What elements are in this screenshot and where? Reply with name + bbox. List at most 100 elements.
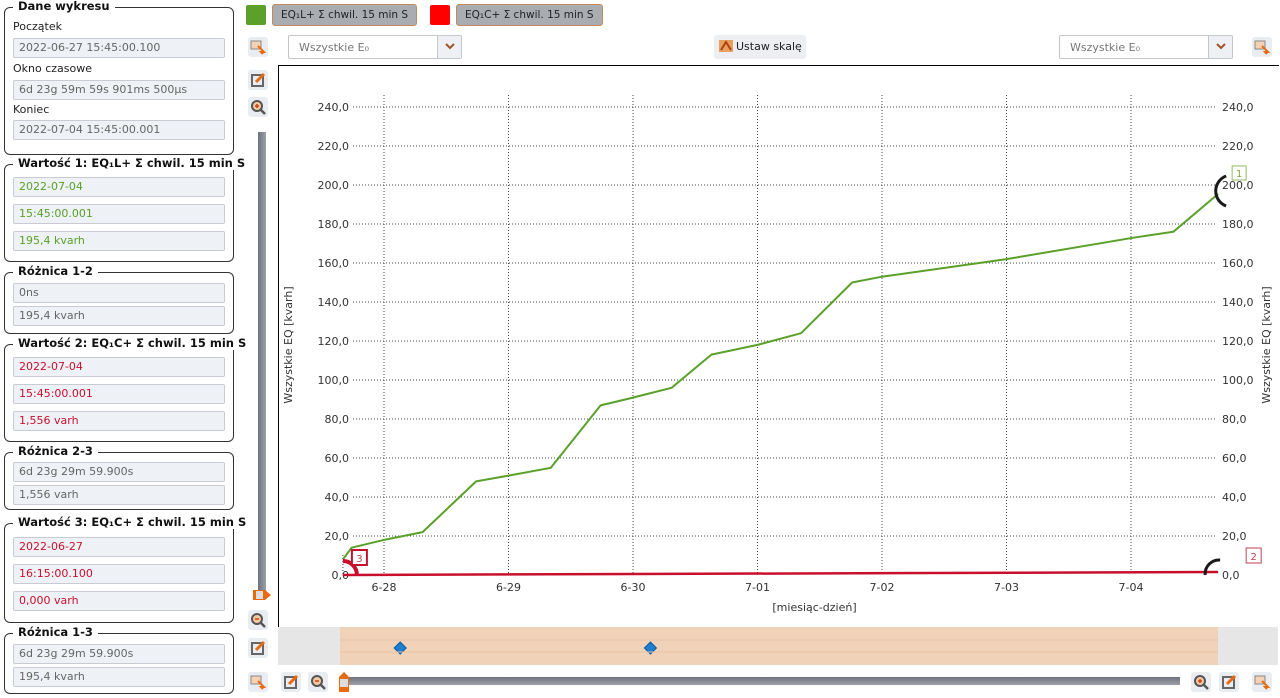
y-tick-label-right: 160,0 bbox=[1222, 257, 1254, 270]
y-tick-label-left: 160,0 bbox=[318, 257, 350, 270]
diff23-value[interactable]: 1,556 varh bbox=[13, 485, 225, 505]
series-eq1c-line bbox=[342, 570, 1219, 577]
y-axis-label-right: Wszystkie EQ [kvarh] bbox=[1260, 286, 1273, 403]
start-field[interactable]: 2022-06-27 15:45:00.100 bbox=[13, 38, 225, 58]
y-tick-label-right: 80,0 bbox=[1222, 413, 1247, 426]
series2-color-swatch[interactable] bbox=[430, 5, 450, 25]
zoom-in-icon[interactable] bbox=[248, 97, 268, 117]
value2-date[interactable]: 2022-07-04 bbox=[13, 357, 225, 377]
value3-time[interactable]: 16:15:00.100 bbox=[13, 564, 225, 584]
series2-legend-label[interactable]: EQ₁C+ Σ chwil. 15 min S bbox=[456, 4, 603, 26]
vertical-zoom-scrollbar[interactable] bbox=[258, 132, 266, 592]
value1-date[interactable]: 2022-07-04 bbox=[13, 177, 225, 197]
group-title: Różnica 2-3 bbox=[13, 444, 98, 458]
y-tick-label-right: 140,0 bbox=[1222, 296, 1254, 309]
window-label: Okno czasowe bbox=[13, 62, 93, 75]
group-title: Różnica 1-3 bbox=[13, 625, 98, 639]
y-tick-label-left: 80,0 bbox=[325, 413, 350, 426]
x-tick-label: 6-29 bbox=[496, 581, 521, 594]
end-label: Koniec bbox=[13, 103, 50, 116]
diff23-time[interactable]: 6d 23g 29m 59.900s bbox=[13, 462, 225, 482]
diff12-group: Różnica 1-2 0ns 195,4 kvarh bbox=[4, 264, 234, 334]
cursor-data-panel: Dane wykresu Początek 2022-06-27 15:45:0… bbox=[0, 0, 252, 698]
y-tick-label-left: 180,0 bbox=[318, 218, 350, 231]
y-tick-label-right: 220,0 bbox=[1222, 140, 1254, 153]
edit-scale-icon[interactable] bbox=[248, 638, 268, 658]
group-title: Wartość 1: EQ₁L+ Σ chwil. 15 min S bbox=[13, 156, 251, 170]
zoom-out-icon[interactable] bbox=[248, 610, 268, 630]
edit-scale-icon[interactable] bbox=[248, 70, 268, 90]
series1-color-swatch[interactable] bbox=[246, 5, 266, 25]
y-tick-label-right: 0,0 bbox=[1222, 569, 1240, 582]
start-label: Początek bbox=[13, 20, 62, 33]
diff12-time[interactable]: 0ns bbox=[13, 283, 225, 303]
diff13-group: Różnica 1-3 6d 23g 29m 59.900s 195,4 kva… bbox=[4, 625, 234, 694]
cursor-marker-2-label: 2 bbox=[1250, 552, 1256, 563]
series-eq1l-line bbox=[342, 193, 1219, 560]
zoom-in-icon[interactable] bbox=[1191, 672, 1211, 692]
cursor-marker-1-label: 1 bbox=[1236, 169, 1242, 180]
set-scale-button[interactable]: Ustaw skalę bbox=[714, 35, 806, 59]
navigator-markers bbox=[340, 639, 1218, 655]
end-field[interactable]: 2022-07-04 15:45:00.001 bbox=[13, 120, 225, 140]
value1-value[interactable]: 195,4 kvarh bbox=[13, 231, 225, 251]
y-tick-label-left: 120,0 bbox=[318, 335, 350, 348]
left-axis-dropdown-value: Wszystkie E₀ bbox=[299, 41, 369, 54]
diff13-value[interactable]: 195,4 kvarh bbox=[13, 667, 225, 687]
x-tick-label: 7-01 bbox=[745, 581, 770, 594]
value3-group: Wartość 3: EQ₁C+ Σ chwil. 15 min S 2022-… bbox=[4, 515, 252, 623]
y-tick-label-right: 240,0 bbox=[1222, 101, 1254, 114]
select-area-icon[interactable] bbox=[248, 672, 268, 692]
group-title: Dane wykresu bbox=[13, 0, 115, 13]
y-tick-label-left: 40,0 bbox=[325, 491, 350, 504]
value3-value[interactable]: 0,000 varh bbox=[13, 591, 225, 611]
select-area-icon[interactable] bbox=[1252, 37, 1272, 57]
horizontal-scroll-handle[interactable] bbox=[338, 671, 350, 693]
x-tick-label: 7-04 bbox=[1119, 581, 1144, 594]
group-title: Wartość 2: EQ₁C+ Σ chwil. 15 min S bbox=[13, 336, 252, 350]
y-tick-label-right: 60,0 bbox=[1222, 452, 1247, 465]
window-field[interactable]: 6d 23g 59m 59s 901ms 500µs bbox=[13, 80, 225, 100]
value2-time[interactable]: 15:45:00.001 bbox=[13, 384, 225, 404]
diff12-value[interactable]: 195,4 kvarh bbox=[13, 306, 225, 326]
set-scale-label: Ustaw skalę bbox=[736, 40, 802, 53]
y-tick-label-left: 20,0 bbox=[325, 530, 350, 543]
time-navigator[interactable] bbox=[278, 627, 1278, 665]
vertical-scroll-handle[interactable] bbox=[252, 589, 272, 601]
chevron-down-icon[interactable] bbox=[437, 36, 461, 58]
value1-time[interactable]: 15:45:00.001 bbox=[13, 204, 225, 224]
chevron-down-icon[interactable] bbox=[1208, 36, 1232, 58]
y-tick-label-right: 180,0 bbox=[1222, 218, 1254, 231]
y-tick-label-right: 100,0 bbox=[1222, 374, 1254, 387]
y-tick-label-left: 220,0 bbox=[318, 140, 350, 153]
chart-data-group: Dane wykresu Początek 2022-06-27 15:45:0… bbox=[4, 0, 234, 155]
x-tick-label: 6-30 bbox=[621, 581, 646, 594]
zoom-out-icon[interactable] bbox=[308, 672, 328, 692]
value3-date[interactable]: 2022-06-27 bbox=[13, 537, 225, 557]
scale-icon bbox=[719, 40, 733, 52]
value1-group: Wartość 1: EQ₁L+ Σ chwil. 15 min S 2022-… bbox=[4, 156, 251, 262]
y-tick-label-left: 200,0 bbox=[318, 179, 350, 192]
edit-scale-icon[interactable] bbox=[281, 672, 301, 692]
y-tick-label-right: 40,0 bbox=[1222, 491, 1247, 504]
select-area-icon[interactable] bbox=[248, 37, 268, 57]
horizontal-zoom-scrollbar[interactable] bbox=[342, 677, 1180, 685]
diff13-time[interactable]: 6d 23g 29m 59.900s bbox=[13, 644, 225, 664]
series1-legend-label[interactable]: EQ₁L+ Σ chwil. 15 min S bbox=[272, 4, 418, 26]
cursor-marker-3-label: 3 bbox=[356, 554, 362, 565]
x-tick-label: 7-03 bbox=[994, 581, 1019, 594]
y-tick-label-right: 20,0 bbox=[1222, 530, 1247, 543]
y-tick-label-right: 200,0 bbox=[1222, 179, 1254, 192]
value2-value[interactable]: 1,556 varh bbox=[13, 411, 225, 431]
x-axis-label: [miesiąc-dzień] bbox=[772, 601, 856, 614]
y-tick-label-left: 100,0 bbox=[318, 374, 350, 387]
edit-scale-icon[interactable] bbox=[1219, 672, 1239, 692]
select-area-icon[interactable] bbox=[1252, 672, 1272, 692]
x-tick-label: 7-02 bbox=[870, 581, 895, 594]
left-axis-dropdown[interactable]: Wszystkie E₀ bbox=[288, 35, 462, 59]
y-tick-label-right: 120,0 bbox=[1222, 335, 1254, 348]
energy-chart[interactable]: 0,0 0,020,0 20,040,0 40,060,0 60,080,0 80,010… bbox=[278, 65, 1279, 627]
diff23-group: Różnica 2-3 6d 23g 29m 59.900s 1,556 var… bbox=[4, 444, 234, 510]
y-axis-label-left: Wszystkie EQ [kvarh] bbox=[282, 286, 295, 403]
right-axis-dropdown[interactable]: Wszystkie E₀ bbox=[1059, 35, 1233, 59]
